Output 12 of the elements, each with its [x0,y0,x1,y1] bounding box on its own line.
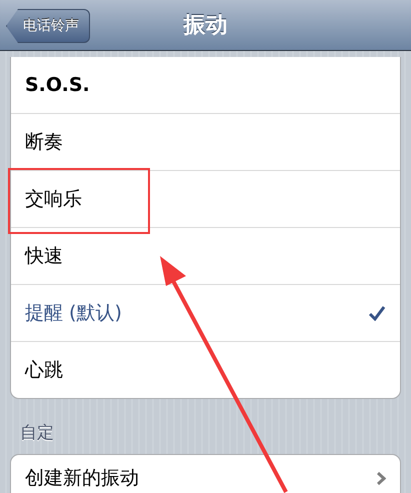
section-header: 自定 [19,422,55,445]
option-label[interactable]: 断奏 [25,129,63,155]
checkmark-icon [368,305,386,321]
back-button[interactable]: 电话铃声 [6,9,90,43]
list-row[interactable]: 创建新的振动 [11,455,400,493]
option-label[interactable]: 快速 [25,243,63,269]
option-label[interactable]: S.O.S. [25,74,90,96]
chevron-icon [376,470,386,486]
option-label[interactable]: 心跳 [25,357,63,383]
option-label[interactable]: 提醒 (默认) [25,300,122,326]
nav-title: 振动 [184,12,228,40]
option-label[interactable]: 交响乐 [25,186,82,212]
